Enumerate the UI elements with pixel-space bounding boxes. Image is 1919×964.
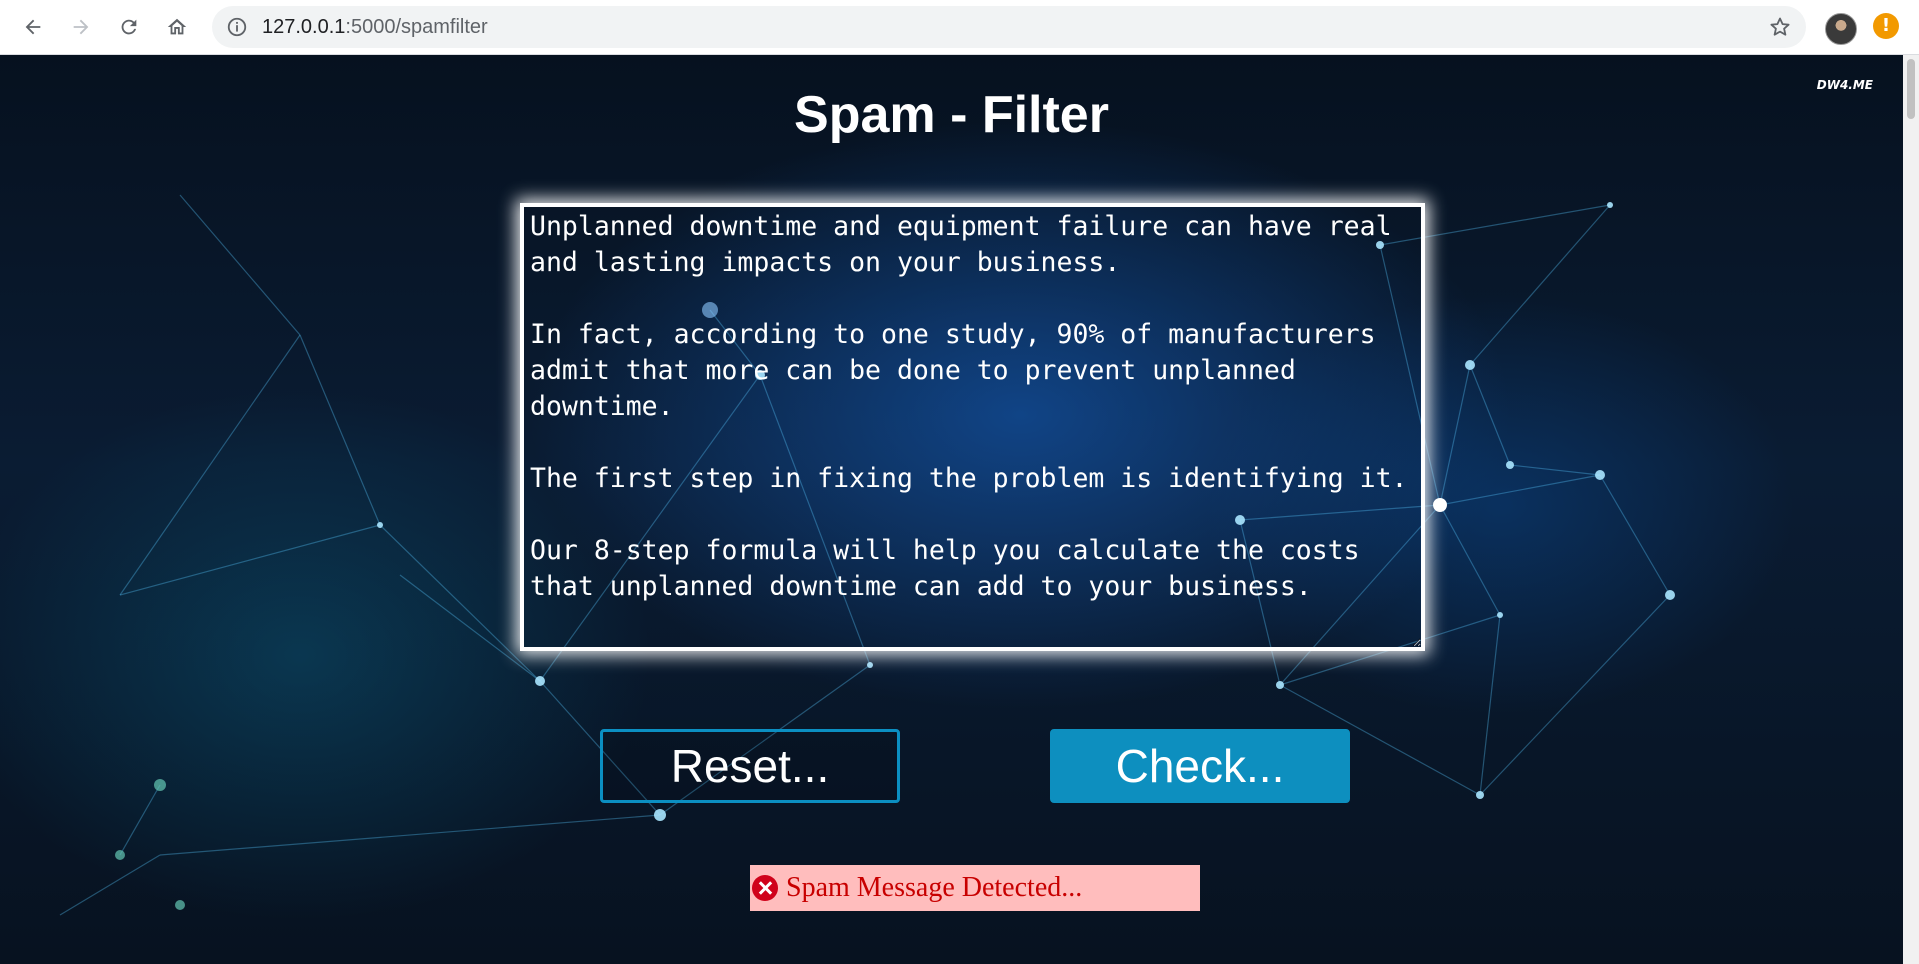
home-icon [167, 18, 187, 35]
message-textarea[interactable]: Unplanned downtime and equipment failure… [520, 203, 1425, 651]
reset-button[interactable]: Reset... [600, 729, 900, 803]
reload-icon [121, 19, 137, 35]
check-button[interactable]: Check... [1050, 729, 1350, 803]
url-text[interactable]: 127.0.0.1:5000/spamfilter [262, 6, 488, 48]
info-icon[interactable] [226, 16, 248, 38]
spam-result-alert: Spam Message Detected... [750, 865, 1200, 911]
back-arrow-icon [25, 19, 41, 35]
page-title: Spam - Filter [794, 86, 1109, 144]
alert-icon[interactable]: ! [1873, 13, 1899, 39]
scrollbar-thumb[interactable] [1907, 59, 1915, 119]
page-viewport: DW4.ME Spam - Filter Unplanned downtime … [0, 55, 1903, 964]
error-x-icon [752, 875, 778, 901]
star-icon[interactable] [1768, 15, 1792, 39]
home-button[interactable] [159, 9, 195, 45]
url-path: :5000/spamfilter [345, 16, 488, 38]
address-bar[interactable]: 127.0.0.1:5000/spamfilter [212, 6, 1806, 48]
forward-arrow-icon [73, 19, 89, 35]
forward-button[interactable] [63, 9, 99, 45]
browser-toolbar: 127.0.0.1:5000/spamfilter ! [0, 0, 1919, 55]
url-host: 127.0.0.1 [262, 16, 346, 38]
reload-button[interactable] [111, 9, 147, 45]
back-button[interactable] [15, 9, 51, 45]
avatar[interactable] [1825, 13, 1857, 45]
result-text: Spam Message Detected... [786, 872, 1083, 903]
page-scrollbar[interactable] [1903, 55, 1919, 964]
